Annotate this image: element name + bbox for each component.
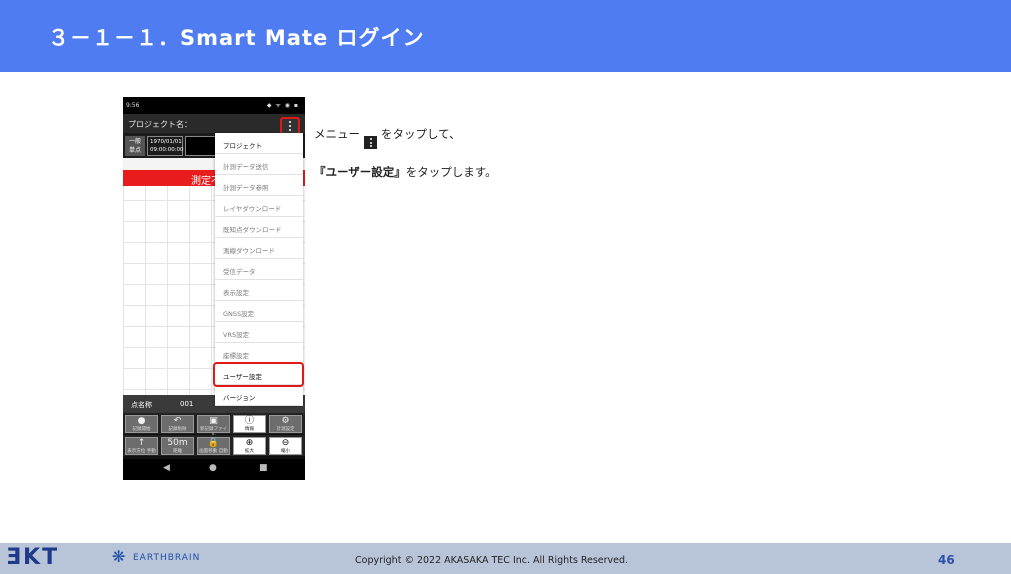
zoom-out-button[interactable]: ⊖ 縮小 xyxy=(269,437,302,455)
button-label: 情報 xyxy=(245,427,254,432)
time-text: 09:00:00:00 xyxy=(150,147,184,153)
user-settings-highlight xyxy=(213,362,304,387)
android-nav-bar: ◀ ● ■ xyxy=(123,459,305,480)
home-icon[interactable]: ● xyxy=(209,463,217,473)
button-label: 画面移動 自動 xyxy=(199,449,228,454)
mode-line1: 一般 xyxy=(128,138,141,145)
mode-line2: 単点 xyxy=(128,147,141,154)
button-label: 拡大 xyxy=(245,449,254,454)
button-label: 距離 xyxy=(173,449,182,454)
status-time: 9:56 xyxy=(126,102,140,109)
menu-item[interactable]: バージョン xyxy=(215,385,303,406)
datetime-box: 1970/01/01 09:00:00:00 xyxy=(147,136,184,156)
instruction-line-1: メニュー をタップして、 xyxy=(314,126,461,149)
menu-item[interactable]: VRS設定 xyxy=(215,322,303,343)
zoom-out-icon: ⊖ xyxy=(281,438,290,448)
footer-bar: ƎKT ❋ EARTHBRAIN Copyright © 2022 AKASAK… xyxy=(0,543,1011,574)
arrow-up-icon: ↑ xyxy=(137,438,146,448)
save-button[interactable]: ▣新記録ファイル xyxy=(197,415,230,438)
menu-item[interactable]: レイヤダウンロード xyxy=(215,196,303,217)
save-icon: ▣ xyxy=(209,416,218,426)
settings-button[interactable]: ⚙ 計測設定 xyxy=(269,415,302,433)
menu-item[interactable]: 計測データ参照 xyxy=(215,175,303,196)
button-label: 表示方位 手動 xyxy=(127,449,156,454)
lock-button[interactable]: 🔒 画面移動 自動 xyxy=(197,437,230,455)
settings-icon: ⚙ xyxy=(281,416,290,426)
menu-inline-icon xyxy=(364,136,377,149)
status-icons: ◆ ᯤ ◉ ▪ xyxy=(266,102,299,109)
menu-item[interactable]: 計測データ送信 xyxy=(215,154,303,175)
arrow-up-button[interactable]: ↑ 表示方位 手動 xyxy=(125,437,158,455)
zoom-in-button[interactable]: ⊕ 拡大 xyxy=(233,437,266,455)
recent-apps-icon[interactable]: ■ xyxy=(259,463,268,473)
undo-button[interactable]: ↶ 記録削除 xyxy=(161,415,194,433)
mode-button[interactable]: 一般 単点 xyxy=(125,136,145,156)
page-title: ３－１－１．Smart Mate ログイン xyxy=(48,26,425,50)
instruction-line-2: 『ユーザー設定』をタップします。 xyxy=(314,164,497,180)
button-label: 記録削除 xyxy=(168,427,187,432)
akt-logo: ƎKT xyxy=(6,545,60,570)
earthbrain-logo-text: EARTHBRAIN xyxy=(133,553,201,563)
scale-icon: 50m xyxy=(167,438,188,448)
instruction-user-settings: 『ユーザー設定』 xyxy=(314,165,406,179)
earthbrain-logo-icon: ❋ xyxy=(112,547,126,566)
menu-item[interactable]: GNSS設定 xyxy=(215,301,303,322)
point-name-value: 001 xyxy=(180,400,194,408)
menu-item[interactable]: 座標設定 xyxy=(215,343,303,364)
value-box xyxy=(185,136,219,156)
slide: ３－１－１．Smart Mate ログイン 9:56 ◆ ᯤ ◉ ▪ プロジェク… xyxy=(0,0,1011,574)
date-text: 1970/01/01 xyxy=(150,139,182,145)
record-button[interactable]: ● 記録開始 xyxy=(125,415,158,433)
app-bar: プロジェクト名： xyxy=(123,114,305,133)
info-button[interactable]: ⓘ 情報 xyxy=(233,415,266,433)
lock-icon: 🔒 xyxy=(207,438,220,448)
info-icon: ⓘ xyxy=(244,416,254,426)
menu-item[interactable]: 受信データ xyxy=(215,259,303,280)
button-row-2: ↑ 表示方位 手動 50m 距離 🔒 画面移動 自動 ⊕ 拡大 ⊖ 縮小 xyxy=(123,435,305,456)
kebab-menu-icon xyxy=(289,121,291,131)
instruction-menu-text: メニュー xyxy=(314,127,360,141)
scale-button[interactable]: 50m 距離 xyxy=(161,437,194,455)
menu-item[interactable]: 既知点ダウンロード xyxy=(215,217,303,238)
header-bar: ３－１－１．Smart Mate ログイン xyxy=(0,0,1011,72)
button-label: 縮小 xyxy=(281,449,290,454)
menu-item[interactable]: 表示設定 xyxy=(215,280,303,301)
copyright-text: Copyright © 2022 AKASAKA TEC Inc. All Ri… xyxy=(355,555,629,566)
zoom-in-icon: ⊕ xyxy=(245,438,254,448)
button-label: 記録開始 xyxy=(132,427,151,432)
menu-item[interactable]: プロジェクト xyxy=(215,133,303,154)
record-icon: ● xyxy=(137,416,146,426)
button-label: 計測設定 xyxy=(276,427,295,432)
status-bar: 9:56 ◆ ᯤ ◉ ▪ xyxy=(123,97,305,114)
instruction-tap-text: をタップして、 xyxy=(381,127,461,141)
menu-item[interactable]: 測線ダウンロード xyxy=(215,238,303,259)
back-icon[interactable]: ◀ xyxy=(163,463,170,473)
point-name-label: 点名称 xyxy=(131,401,152,409)
page-number: 46 xyxy=(938,553,955,567)
instruction-tap-end: をタップします。 xyxy=(405,165,497,179)
undo-icon: ↶ xyxy=(173,416,182,426)
button-row-1: ●記録開始↶記録削除▣新記録ファイルⓘ情報⚙計測設定 xyxy=(123,413,305,438)
project-name-label: プロジェクト名： xyxy=(128,120,192,129)
